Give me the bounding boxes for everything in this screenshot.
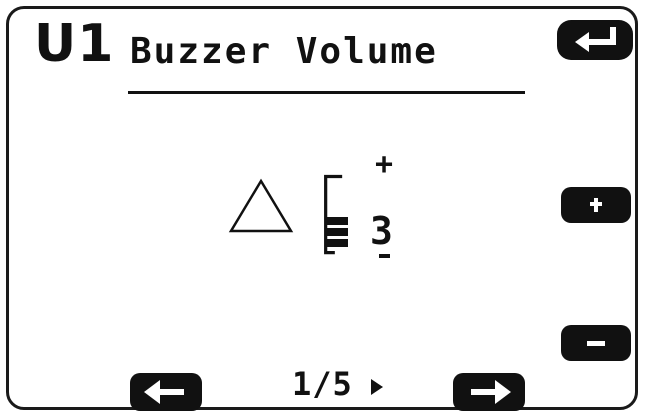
title-underline bbox=[128, 91, 525, 94]
volume-level-bar bbox=[326, 217, 348, 225]
right-arrow-icon bbox=[471, 380, 511, 404]
plus-icon bbox=[590, 198, 602, 212]
menu-code: U1 bbox=[34, 14, 115, 74]
next-button[interactable] bbox=[453, 373, 525, 411]
minus-button[interactable] bbox=[561, 325, 631, 361]
volume-increase-indicator: + bbox=[375, 147, 394, 182]
volume-value: 3 bbox=[370, 209, 393, 253]
volume-decrease-indicator bbox=[379, 254, 390, 258]
page-title: Buzzer Volume bbox=[130, 31, 438, 72]
triangle-icon bbox=[228, 178, 294, 233]
minus-icon bbox=[587, 341, 605, 346]
plus-button[interactable] bbox=[561, 187, 631, 223]
enter-return-icon bbox=[575, 27, 616, 52]
enter-button[interactable] bbox=[557, 20, 633, 60]
volume-level-bar bbox=[326, 228, 348, 236]
previous-button[interactable] bbox=[130, 373, 202, 411]
left-arrow-icon bbox=[144, 380, 184, 404]
volume-level-bar bbox=[326, 239, 348, 247]
play-right-icon bbox=[371, 379, 383, 395]
page-indicator: 1/5 bbox=[292, 365, 353, 403]
